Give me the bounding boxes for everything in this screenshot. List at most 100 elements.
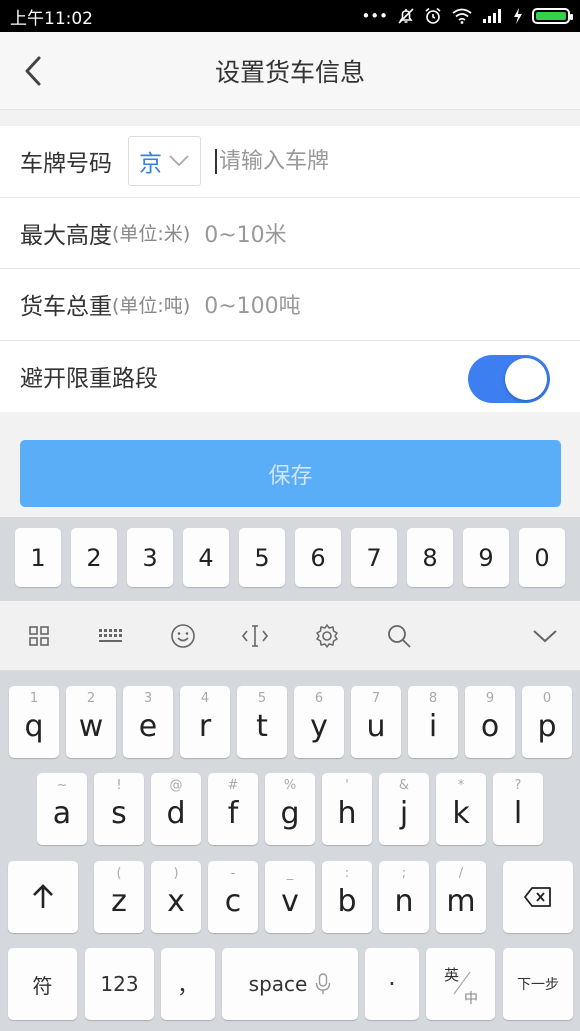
number-key-2[interactable]: 2 — [71, 528, 117, 587]
wifi-icon — [452, 8, 472, 24]
number-key-6[interactable]: 6 — [295, 528, 341, 587]
key-char: g — [280, 796, 300, 831]
height-input[interactable]: 0~10米 — [204, 217, 286, 249]
status-icons: ••• — [361, 6, 573, 25]
letter-key-c[interactable]: -c — [208, 861, 258, 933]
save-button[interactable]: 保存 — [20, 440, 561, 507]
number-key-8[interactable]: 8 — [407, 528, 453, 587]
key-char: u — [366, 709, 386, 744]
gear-icon[interactable] — [312, 621, 342, 651]
letter-key-h[interactable]: ' h — [322, 773, 372, 845]
key-char: y — [310, 709, 328, 744]
next-step-key[interactable]: 下一步 — [503, 948, 573, 1020]
key-char: t — [256, 709, 268, 744]
letter-key-r[interactable]: 4r — [180, 686, 230, 758]
space-label: space — [248, 972, 308, 996]
number-key-3[interactable]: 3 — [127, 528, 173, 587]
page-title: 设置货车信息 — [214, 57, 365, 87]
number-key-1[interactable]: 1 — [15, 528, 61, 587]
province-select[interactable]: 京 — [128, 136, 201, 187]
number-key-0[interactable]: 0 — [519, 528, 565, 587]
weight-unit: (单位:吨) — [112, 294, 191, 317]
letter-key-q[interactable]: 1q — [9, 686, 59, 758]
symbols-key[interactable]: 符 — [8, 948, 77, 1020]
search-icon[interactable] — [384, 621, 414, 651]
letter-key-l[interactable]: ? l — [493, 773, 543, 845]
letter-key-i[interactable]: 8i — [408, 686, 458, 758]
shift-key[interactable] — [8, 861, 78, 933]
key-hint: 4 — [200, 691, 210, 706]
chevron-left-icon — [25, 56, 41, 86]
key-char: m — [446, 884, 476, 919]
key-hint: 3 — [143, 691, 153, 706]
key-hint: ; — [401, 866, 407, 881]
number-key-5[interactable]: 5 — [239, 528, 285, 587]
key-char: s — [111, 796, 127, 831]
chevron-down-icon — [169, 155, 189, 167]
keyboard: 符 123 ， space · 英 中 下一步 1q2w3e4r5t6y7u8i… — [0, 671, 580, 1031]
avoid-toggle[interactable] — [468, 354, 550, 403]
cursor-move-icon[interactable] — [240, 621, 270, 651]
letter-key-z[interactable]: (z — [94, 861, 144, 933]
comma-key[interactable]: ， — [161, 948, 215, 1020]
letter-key-u[interactable]: 7u — [351, 686, 401, 758]
key-hint: * — [457, 778, 465, 793]
dots-icon: ••• — [361, 6, 388, 25]
letter-key-t[interactable]: 5t — [237, 686, 287, 758]
weight-label: 货车总重 — [20, 294, 112, 321]
charge-icon — [514, 8, 522, 24]
letter-key-v[interactable]: _ v — [265, 861, 315, 933]
grid-icon[interactable] — [24, 621, 54, 651]
key-char: w — [78, 709, 104, 744]
language-switch-key[interactable]: 英 中 — [426, 948, 495, 1020]
letter-key-n[interactable]: ; n — [379, 861, 429, 933]
keyboard-layout-icon[interactable] — [96, 621, 126, 651]
battery-icon — [532, 8, 573, 24]
letter-key-g[interactable]: % g — [265, 773, 315, 845]
key-char: a — [52, 796, 72, 831]
key-char: p — [537, 709, 557, 744]
key-char: r — [198, 709, 212, 744]
key-hint: 9 — [485, 691, 495, 706]
letter-key-b[interactable]: :b — [322, 861, 372, 933]
arrow-up-icon — [33, 884, 53, 908]
weight-input[interactable]: 0~100吨 — [204, 288, 300, 320]
key-hint: 1 — [29, 691, 39, 706]
backspace-key[interactable] — [503, 861, 573, 933]
keyboard-toolbar — [0, 601, 580, 671]
key-hint: 6 — [314, 691, 324, 706]
period-key[interactable]: · — [365, 948, 419, 1020]
height-row: 最大高度 (单位:米) 0~10米 — [0, 198, 580, 269]
letter-key-a[interactable]: ~ a — [37, 773, 87, 845]
key-char: n — [394, 884, 414, 919]
letter-key-d[interactable]: @ d — [151, 773, 201, 845]
key-hint: : — [344, 866, 350, 881]
key-char: z — [111, 884, 127, 919]
letter-key-j[interactable]: & j — [379, 773, 429, 845]
key-char: c — [224, 884, 242, 919]
key-hint: / — [458, 866, 464, 881]
collapse-keyboard-icon[interactable] — [530, 621, 560, 651]
numbers-key[interactable]: 123 — [85, 948, 154, 1020]
letter-key-s[interactable]: ! s — [94, 773, 144, 845]
letter-key-x[interactable]: ) x — [151, 861, 201, 933]
plate-input[interactable] — [215, 148, 515, 174]
key-hint: ? — [514, 778, 522, 793]
key-char: e — [138, 709, 158, 744]
number-key-4[interactable]: 4 — [183, 528, 229, 587]
space-key[interactable]: space — [222, 948, 358, 1020]
letter-key-e[interactable]: 3e — [123, 686, 173, 758]
number-key-7[interactable]: 7 — [351, 528, 397, 587]
key-hint: % — [283, 778, 297, 793]
letter-key-k[interactable]: * k — [436, 773, 486, 845]
letter-key-p[interactable]: 0p — [522, 686, 572, 758]
number-key-9[interactable]: 9 — [463, 528, 509, 587]
key-char: o — [480, 709, 500, 744]
back-button[interactable] — [16, 54, 50, 88]
letter-key-w[interactable]: 2w — [66, 686, 116, 758]
letter-key-f[interactable]: # f — [208, 773, 258, 845]
emoji-icon[interactable] — [168, 621, 198, 651]
letter-key-m[interactable]: / m — [436, 861, 486, 933]
letter-key-o[interactable]: 9o — [465, 686, 515, 758]
letter-key-y[interactable]: 6y — [294, 686, 344, 758]
